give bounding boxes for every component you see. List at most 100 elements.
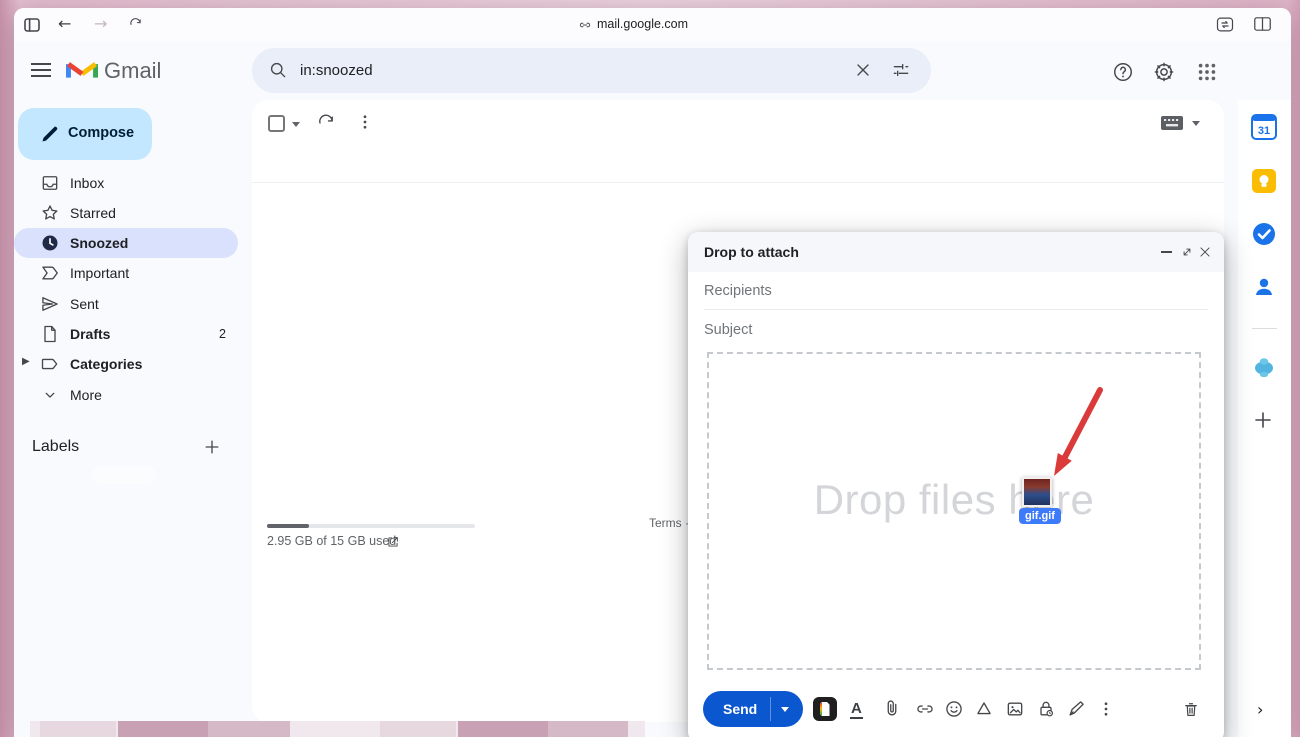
recipients-input[interactable]	[688, 272, 1224, 310]
sidebar-item-inbox[interactable]: Inbox	[14, 168, 238, 198]
dropzone-hint-text: Drop files here	[709, 476, 1199, 524]
sidebar-item-more[interactable]: More	[14, 380, 238, 410]
browser-split-view-icon[interactable]	[1254, 17, 1271, 31]
minimize-icon[interactable]	[1161, 251, 1172, 253]
browser-back-icon[interactable]: ←	[58, 16, 71, 32]
send-label: Send	[723, 701, 757, 717]
sidebar-item-drafts[interactable]: Drafts 2	[14, 319, 238, 349]
dock-tile	[208, 721, 290, 737]
compose-pencil-icon	[40, 124, 60, 144]
settings-gear-icon[interactable]	[1153, 61, 1175, 83]
address-bar[interactable]: mail.google.com	[597, 17, 688, 31]
tasks-icon[interactable]	[1251, 221, 1277, 247]
refresh-icon[interactable]	[316, 113, 336, 133]
more-options-icon[interactable]	[356, 112, 374, 132]
keep-icon[interactable]	[1251, 168, 1277, 194]
input-tools-dropdown-icon[interactable]	[1192, 121, 1200, 126]
insert-signature-icon[interactable]	[1066, 699, 1086, 719]
snoozed-clock-icon	[40, 233, 60, 253]
open-in-new-icon[interactable]	[386, 535, 400, 549]
send-separator	[770, 697, 771, 721]
discard-draft-icon[interactable]	[1182, 699, 1200, 719]
search-input[interactable]	[300, 48, 800, 93]
sent-icon	[40, 294, 60, 314]
label-ghost	[92, 466, 156, 484]
drafts-count: 2	[202, 327, 226, 341]
compose-label: Compose	[68, 125, 134, 141]
list-divider	[252, 182, 1224, 183]
categories-label-icon	[40, 354, 60, 374]
insert-link-icon[interactable]	[915, 699, 935, 719]
compose-button[interactable]: Compose	[18, 108, 152, 160]
confidential-mode-icon[interactable]	[1036, 699, 1056, 719]
thumbnail-image	[1024, 479, 1050, 505]
pop-out-icon[interactable]	[1180, 245, 1194, 259]
recipients-field[interactable]	[688, 272, 1224, 310]
dock-tile	[458, 721, 548, 737]
important-icon	[40, 263, 60, 283]
file-dropzone[interactable]: Drop files here	[707, 352, 1201, 670]
search-filter-icon[interactable]	[891, 60, 911, 80]
browser-reload-icon[interactable]	[128, 17, 143, 32]
sidebar-item-important[interactable]: Important	[14, 258, 238, 288]
clear-search-icon[interactable]	[853, 60, 873, 80]
close-icon[interactable]	[1198, 245, 1212, 259]
drafts-icon	[40, 324, 60, 344]
select-all-checkbox[interactable]	[268, 115, 285, 132]
gmail-logo-icon	[66, 56, 98, 82]
search-bar	[252, 48, 931, 93]
side-panel: 31 ›	[1238, 100, 1291, 737]
sidebar-item-sent[interactable]: Sent	[14, 289, 238, 319]
collapse-panel-icon[interactable]: ›	[1257, 700, 1263, 719]
insert-photo-icon[interactable]	[1005, 699, 1025, 719]
browser-window: ← → mail.google.com Gmail	[14, 8, 1291, 737]
formatting-options-icon[interactable]: A	[850, 700, 863, 718]
insert-emoji-icon[interactable]	[944, 699, 964, 719]
browser-sidebar-toggle-icon[interactable]	[24, 18, 40, 32]
calendar-icon[interactable]: 31	[1251, 114, 1277, 140]
send-button[interactable]: Send	[703, 691, 803, 727]
search-icon[interactable]	[268, 60, 288, 80]
browser-forward-icon[interactable]: →	[94, 16, 107, 32]
dock-tile	[118, 721, 208, 737]
gmail-logo-text: Gmail	[104, 58, 161, 84]
star-icon	[40, 203, 60, 223]
get-addons-icon[interactable]	[1251, 408, 1275, 432]
compose-dialog: Drop to attach Drop files here gif.gif S…	[688, 232, 1224, 737]
compose-header[interactable]: Drop to attach	[688, 232, 1224, 272]
sidebar-item-categories[interactable]: ▶ Categories	[14, 349, 238, 379]
sidebar-item-snoozed[interactable]: Snoozed	[14, 228, 238, 258]
subject-input[interactable]	[688, 311, 1224, 349]
subject-field[interactable]	[688, 311, 1224, 349]
expand-right-icon[interactable]: ▶	[22, 356, 30, 367]
footer-terms-link[interactable]: Terms ·	[649, 516, 689, 530]
more-send-options-icon[interactable]	[1097, 699, 1115, 719]
inbox-icon	[40, 173, 60, 193]
insert-from-drive-icon[interactable]	[974, 699, 994, 719]
svg-text:31: 31	[1258, 125, 1270, 137]
dock-tile	[548, 721, 628, 737]
contacts-icon[interactable]	[1251, 274, 1277, 300]
chevron-down-icon	[40, 385, 60, 405]
browser-extensions-icon[interactable]	[1216, 17, 1234, 32]
select-dropdown-icon[interactable]	[292, 122, 300, 127]
dragged-file-name: gif.gif	[1019, 508, 1061, 524]
url-link-icon	[578, 18, 592, 32]
input-tools-keyboard-icon[interactable]	[1160, 115, 1184, 131]
attach-file-icon[interactable]	[882, 699, 902, 719]
storage-progress-bar	[267, 524, 475, 528]
create-label-icon[interactable]	[202, 437, 222, 457]
send-options-icon[interactable]	[781, 707, 789, 712]
compose-title: Drop to attach	[704, 244, 799, 260]
main-menu-icon[interactable]	[30, 62, 52, 78]
drag-arrow-icon	[1038, 384, 1114, 484]
dragged-file-thumbnail	[1022, 477, 1052, 507]
storage-usage-text: 2.95 GB of 15 GB used	[267, 534, 396, 548]
help-me-write-icon[interactable]	[813, 697, 837, 721]
apps-grid-icon[interactable]	[1196, 61, 1218, 83]
sidebar-item-starred[interactable]: Starred	[14, 198, 238, 228]
dock-tile	[40, 721, 116, 737]
addon-icon[interactable]	[1251, 354, 1277, 380]
help-icon[interactable]	[1112, 61, 1134, 83]
storage-progress-fill	[267, 524, 309, 528]
